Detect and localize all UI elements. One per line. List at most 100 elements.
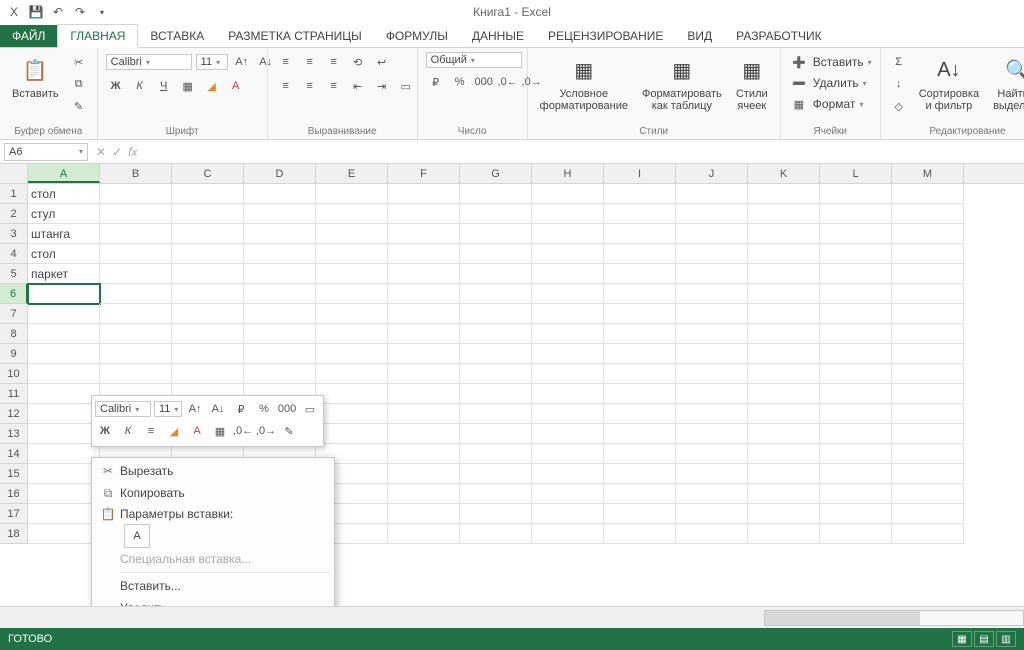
cell-F6[interactable]	[388, 284, 460, 304]
cell-G16[interactable]	[460, 484, 532, 504]
cell-E2[interactable]	[316, 204, 388, 224]
cell-B1[interactable]	[100, 184, 172, 204]
name-box[interactable]: A6▾	[4, 143, 88, 161]
cell-H15[interactable]	[532, 464, 604, 484]
cell-J2[interactable]	[676, 204, 748, 224]
mini-percent-icon[interactable]: %	[254, 399, 274, 419]
cell-E12[interactable]	[316, 404, 388, 424]
cell-D5[interactable]	[244, 264, 316, 284]
cell-I8[interactable]	[604, 324, 676, 344]
format-painter-icon[interactable]: ✎	[69, 96, 89, 116]
comma-icon[interactable]: 000	[474, 72, 494, 92]
context-menu-item[interactable]: Удалить...	[92, 597, 334, 606]
decrease-indent-icon[interactable]: ⇤	[348, 76, 368, 96]
cell-K5[interactable]	[748, 264, 820, 284]
cell-E7[interactable]	[316, 304, 388, 324]
cell-D6[interactable]	[244, 284, 316, 304]
cell-H1[interactable]	[532, 184, 604, 204]
cell-B3[interactable]	[100, 224, 172, 244]
row-header-8[interactable]: 8	[0, 324, 28, 344]
cell-B9[interactable]	[100, 344, 172, 364]
cell-E5[interactable]	[316, 264, 388, 284]
cell-H11[interactable]	[532, 384, 604, 404]
cell-J17[interactable]	[676, 504, 748, 524]
cell-H7[interactable]	[532, 304, 604, 324]
cell-I7[interactable]	[604, 304, 676, 324]
cell-M4[interactable]	[892, 244, 964, 264]
row-header-11[interactable]: 11	[0, 384, 28, 404]
cell-A6[interactable]	[28, 284, 100, 304]
tab-formulas[interactable]: ФОРМУЛЫ	[374, 25, 460, 47]
row-header-13[interactable]: 13	[0, 424, 28, 444]
cell-C1[interactable]	[172, 184, 244, 204]
cell-L15[interactable]	[820, 464, 892, 484]
increase-indent-icon[interactable]: ⇥	[372, 76, 392, 96]
cell-A3[interactable]: штанга	[28, 224, 100, 244]
cell-F7[interactable]	[388, 304, 460, 324]
cell-J8[interactable]	[676, 324, 748, 344]
cell-K12[interactable]	[748, 404, 820, 424]
align-left-icon[interactable]: ≡	[276, 76, 296, 96]
tab-file[interactable]: ФАЙЛ	[0, 25, 57, 47]
cell-F3[interactable]	[388, 224, 460, 244]
context-menu-item[interactable]: ✂Вырезать	[92, 460, 334, 482]
mini-font-combo[interactable]: Calibri▾	[95, 401, 151, 417]
cell-F11[interactable]	[388, 384, 460, 404]
row-header-16[interactable]: 16	[0, 484, 28, 504]
cell-M18[interactable]	[892, 524, 964, 544]
cell-A10[interactable]	[28, 364, 100, 384]
wrap-text-icon[interactable]: ↩	[372, 52, 392, 72]
cell-M10[interactable]	[892, 364, 964, 384]
cell-A8[interactable]	[28, 324, 100, 344]
column-header-K[interactable]: K	[748, 164, 820, 183]
mini-font-color-icon[interactable]: A	[187, 421, 207, 441]
cell-I3[interactable]	[604, 224, 676, 244]
cell-D7[interactable]	[244, 304, 316, 324]
cell-K10[interactable]	[748, 364, 820, 384]
row-header-14[interactable]: 14	[0, 444, 28, 464]
cell-I2[interactable]	[604, 204, 676, 224]
cell-M17[interactable]	[892, 504, 964, 524]
row-header-12[interactable]: 12	[0, 404, 28, 424]
cell-F9[interactable]	[388, 344, 460, 364]
cell-K17[interactable]	[748, 504, 820, 524]
column-header-E[interactable]: E	[316, 164, 388, 183]
mini-grow-font-icon[interactable]: A↑	[185, 399, 205, 419]
autosum-icon[interactable]: Σ	[889, 52, 909, 72]
cell-B8[interactable]	[100, 324, 172, 344]
bold-button[interactable]: Ж	[106, 76, 126, 96]
cell-L13[interactable]	[820, 424, 892, 444]
clear-icon[interactable]: ◇	[889, 96, 909, 116]
tab-home[interactable]: ГЛАВНАЯ	[57, 24, 138, 48]
cell-A11[interactable]	[28, 384, 100, 404]
customize-qat-icon[interactable]: ▾	[94, 4, 110, 20]
cell-I16[interactable]	[604, 484, 676, 504]
cell-C4[interactable]	[172, 244, 244, 264]
align-center-icon[interactable]: ≡	[300, 76, 320, 96]
cell-K3[interactable]	[748, 224, 820, 244]
cell-F17[interactable]	[388, 504, 460, 524]
cell-D8[interactable]	[244, 324, 316, 344]
cell-J14[interactable]	[676, 444, 748, 464]
cell-L12[interactable]	[820, 404, 892, 424]
cell-L16[interactable]	[820, 484, 892, 504]
align-top-icon[interactable]: ≡	[276, 52, 296, 72]
cell-F1[interactable]	[388, 184, 460, 204]
mini-comma-icon[interactable]: 000	[277, 399, 297, 419]
cell-C9[interactable]	[172, 344, 244, 364]
redo-icon[interactable]: ↷	[72, 4, 88, 20]
cell-I6[interactable]	[604, 284, 676, 304]
cell-C6[interactable]	[172, 284, 244, 304]
cell-I5[interactable]	[604, 264, 676, 284]
cell-H14[interactable]	[532, 444, 604, 464]
cell-M3[interactable]	[892, 224, 964, 244]
cell-K15[interactable]	[748, 464, 820, 484]
cell-K6[interactable]	[748, 284, 820, 304]
cell-L1[interactable]	[820, 184, 892, 204]
align-middle-icon[interactable]: ≡	[300, 52, 320, 72]
cell-G10[interactable]	[460, 364, 532, 384]
cell-L7[interactable]	[820, 304, 892, 324]
cell-D1[interactable]	[244, 184, 316, 204]
cell-G14[interactable]	[460, 444, 532, 464]
cell-J3[interactable]	[676, 224, 748, 244]
